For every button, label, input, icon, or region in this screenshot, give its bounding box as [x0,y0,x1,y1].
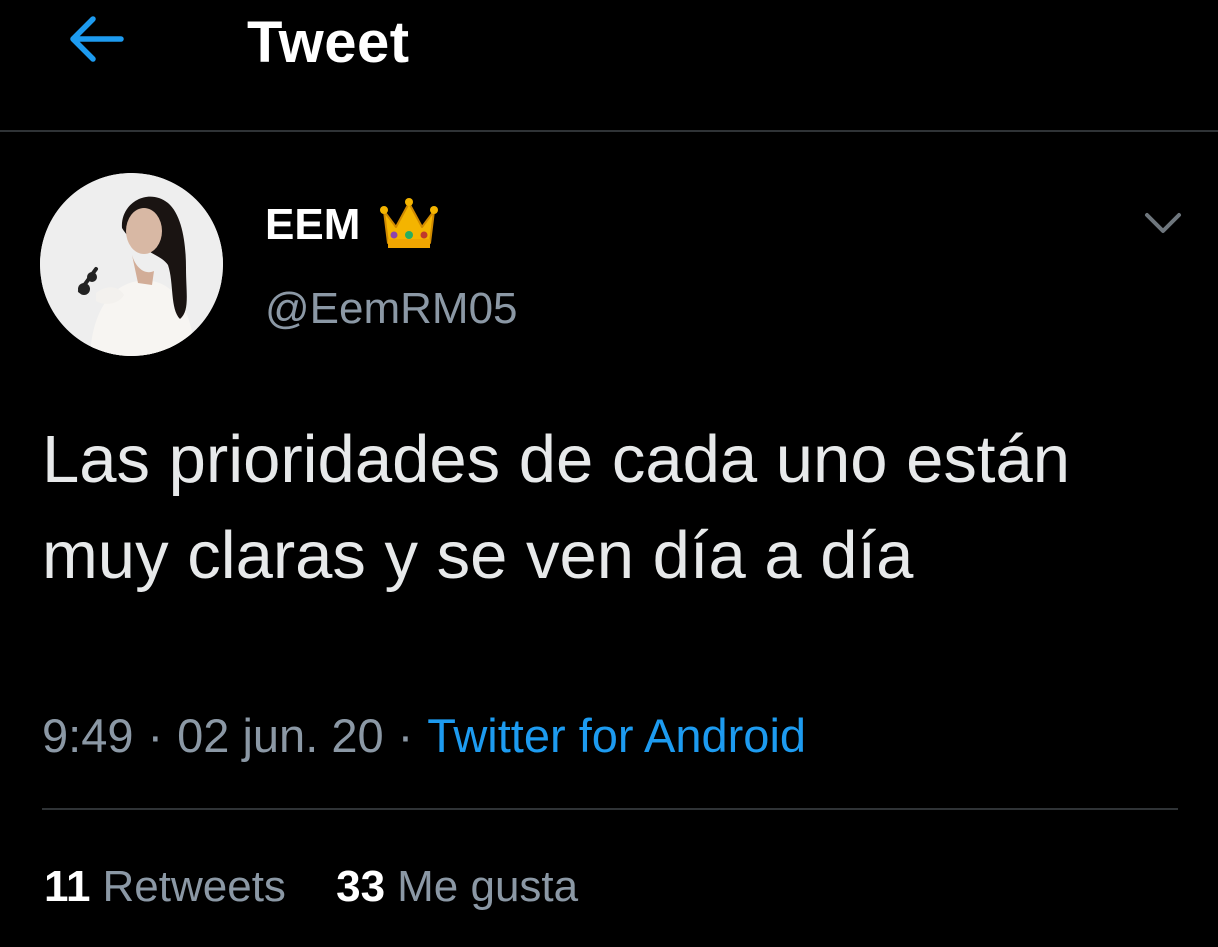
author-handle[interactable]: @EemRM05 [265,282,518,336]
chevron-down-icon [1145,213,1181,233]
likes-stat[interactable]: 33 Me gusta [336,862,578,911]
tweet-date[interactable]: 02 jun. 20 [177,709,383,762]
tweet-time[interactable]: 9:49 [42,709,133,762]
stats-divider [42,808,1178,810]
retweets-label: Retweets [102,862,286,911]
arrow-left-icon [70,16,124,62]
tweet-stats: 11 Retweets 33 Me gusta [44,858,616,916]
page-title: Tweet [247,10,410,75]
back-button[interactable] [56,6,136,72]
header-divider [0,130,1218,132]
retweets-count: 11 [44,862,91,911]
author-display-name[interactable]: EEM [265,198,360,252]
meta-separator: · [397,709,414,762]
tweet-meta: 9:49 · 02 jun. 20 · Twitter for Android [42,706,806,766]
tweet-text: Las prioridades de cada uno están muy cl… [42,422,1071,593]
likes-count: 33 [336,862,386,911]
retweets-stat[interactable]: 11 Retweets [44,862,286,911]
tweet-menu-button[interactable] [1141,205,1185,241]
tweet-source-link[interactable]: Twitter for Android [427,709,806,762]
meta-separator: · [147,709,164,762]
top-bar: Tweet [0,0,1218,130]
avatar[interactable] [40,173,223,356]
crown-icon [380,197,438,253]
profile-photo [40,173,223,356]
likes-label: Me gusta [397,862,579,911]
